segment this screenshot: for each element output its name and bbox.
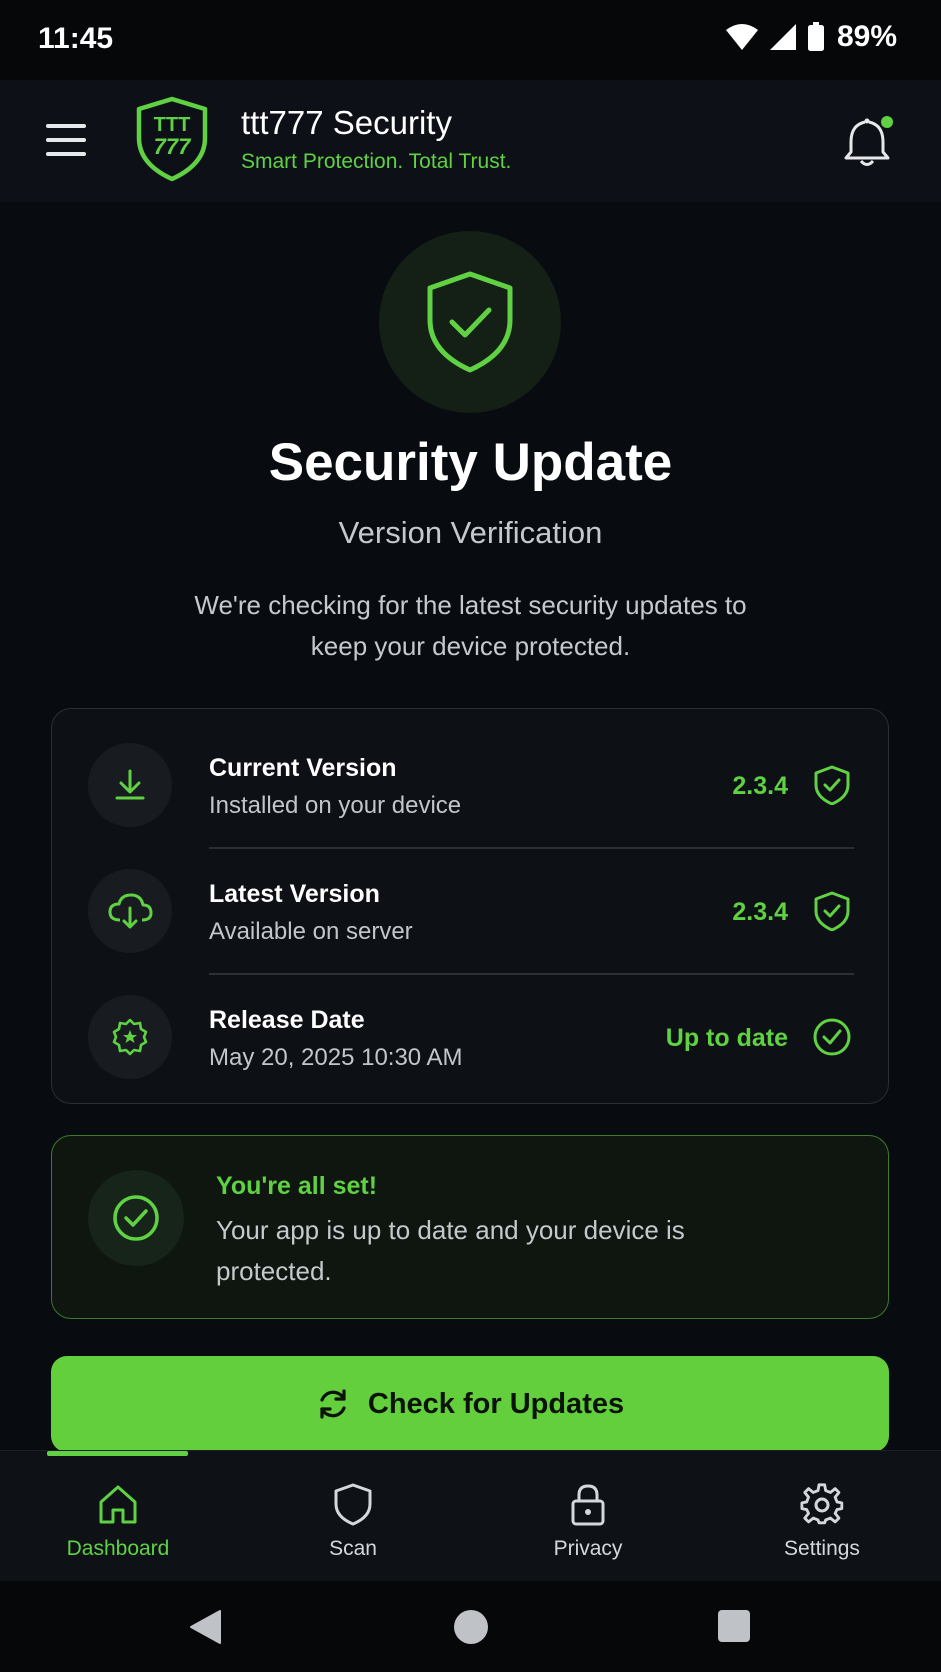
shield-icon <box>334 1483 372 1526</box>
refresh-icon <box>320 1389 346 1419</box>
shield-check-icon <box>814 765 850 805</box>
app-tagline: Smart Protection. Total Trust. <box>241 150 512 173</box>
page-description: We're checking for the latest security u… <box>194 590 747 661</box>
home-icon <box>99 1485 137 1524</box>
success-title: You're all set! <box>216 1172 378 1200</box>
latest-version-label: Latest Version <box>209 880 380 908</box>
notification-dot <box>881 116 893 128</box>
check-circle-icon <box>113 1195 159 1241</box>
shield-check-icon <box>814 891 850 931</box>
battery-percentage: 89% <box>836 20 897 53</box>
notifications-button[interactable] <box>843 116 893 168</box>
nav-settings[interactable]: Settings <box>737 1451 907 1582</box>
current-version-row: Current Version Installed on your device… <box>52 709 888 835</box>
nav-privacy[interactable]: Privacy <box>503 1451 673 1582</box>
latest-version-value: 2.3.4 <box>732 898 788 926</box>
shield-check-icon <box>427 271 513 373</box>
check-circle-icon <box>813 1018 851 1056</box>
status-bar: 11:45 89% <box>0 0 941 80</box>
home-circle-icon[interactable] <box>453 1609 489 1645</box>
gear-icon <box>800 1483 844 1525</box>
bottom-navigation: Dashboard Scan Privacy Settings <box>0 1450 941 1582</box>
latest-version-sub: Available on server <box>209 918 413 945</box>
page-subtitle: Version Verification <box>338 515 603 550</box>
release-date-row: Release Date May 20, 2025 10:30 AM Up to… <box>52 961 888 1087</box>
check-for-updates-button[interactable]: Check for Updates <box>51 1356 889 1452</box>
app-logo: TTT 777 <box>136 96 208 182</box>
menu-button[interactable] <box>40 118 92 162</box>
latest-version-row: Latest Version Available on server 2.3.4 <box>52 835 888 961</box>
cellular-signal-icon <box>769 24 796 50</box>
current-version-label: Current Version <box>209 754 397 782</box>
current-version-value: 2.3.4 <box>732 772 788 800</box>
row-icon-circle <box>88 743 172 827</box>
status-icons: 89% <box>725 20 897 54</box>
nav-scan-label: Scan <box>329 1537 377 1560</box>
hero-shield-badge <box>379 231 561 413</box>
nav-privacy-label: Privacy <box>553 1537 623 1560</box>
battery-icon <box>807 22 824 51</box>
row-icon-circle <box>88 869 172 953</box>
nav-dashboard-label: Dashboard <box>66 1537 170 1560</box>
download-icon <box>115 769 145 800</box>
logo-text-top: TTT <box>154 114 191 136</box>
recents-icon[interactable] <box>717 1609 751 1643</box>
success-icon-circle <box>88 1170 184 1266</box>
system-navigation-bar <box>0 1581 941 1672</box>
hamburger-menu-icon <box>46 124 86 156</box>
wifi-icon <box>725 24 758 50</box>
version-info-card: Current Version Installed on your device… <box>51 708 889 1104</box>
logo-text-bottom: 777 <box>154 134 192 159</box>
app-title: ttt777 Security <box>241 104 452 141</box>
update-status-text: Up to date <box>665 1024 788 1052</box>
current-version-sub: Installed on your device <box>209 792 462 819</box>
page-title: Security Update <box>268 433 673 492</box>
lock-icon <box>571 1484 605 1526</box>
cloud-download-icon <box>108 893 153 929</box>
row-icon-circle <box>88 995 172 1079</box>
nav-scan[interactable]: Scan <box>268 1451 438 1582</box>
nav-settings-label: Settings <box>784 1537 860 1560</box>
back-icon[interactable] <box>188 1609 222 1645</box>
status-time: 11:45 <box>38 22 114 55</box>
bell-icon <box>844 116 893 166</box>
release-date-value: May 20, 2025 10:30 AM <box>209 1044 463 1071</box>
success-message: Your app is up to date and your device i… <box>216 1215 685 1286</box>
release-date-label: Release Date <box>209 1006 365 1034</box>
nav-dashboard[interactable]: Dashboard <box>33 1451 203 1582</box>
app-bar: TTT 777 ttt777 Security Smart Protection… <box>0 80 941 202</box>
status-success-card: You're all set! Your app is up to date a… <box>51 1135 889 1319</box>
check-for-updates-label: Check for Updates <box>367 1387 625 1420</box>
badge-star-icon <box>112 1018 148 1056</box>
